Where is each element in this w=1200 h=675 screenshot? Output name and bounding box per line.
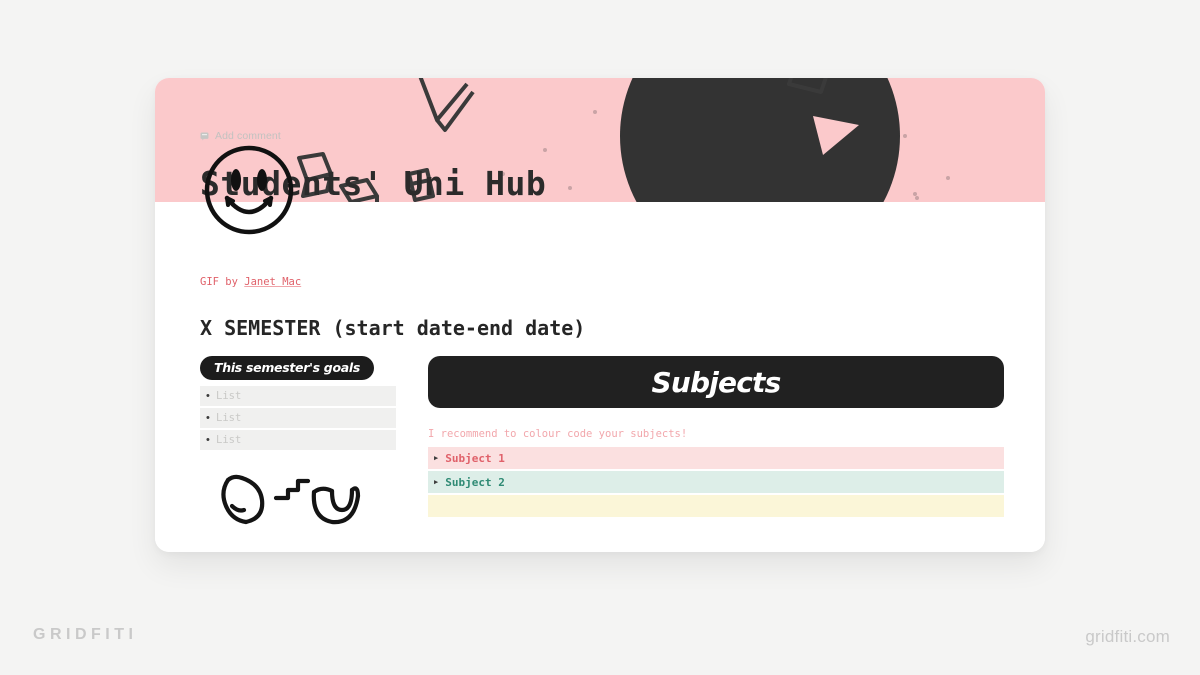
add-comment-row[interactable]: Add comment [200, 130, 281, 142]
dark-circle-shape [620, 78, 900, 202]
table-row[interactable]: ▶ Subject 1 [428, 447, 1004, 469]
list-item[interactable]: • List [200, 408, 396, 428]
semester-heading[interactable]: X SEMESTER (start date-end date) [200, 316, 585, 340]
checkmark-doodle [418, 78, 475, 132]
curved-tube-doodle [221, 474, 265, 525]
subjects-banner-label: Subjects [651, 365, 782, 399]
smiley-face-icon[interactable] [203, 144, 295, 236]
content-columns: This semester's goals • List • List • Li… [200, 356, 1004, 531]
bullet-icon: • [206, 389, 210, 402]
decorative-doodles [221, 474, 361, 525]
u-tube-doodle [311, 486, 361, 525]
bullet-icon: • [206, 433, 210, 446]
bullet-icon: • [206, 411, 210, 424]
byline-author-link[interactable]: Janet Mac [244, 276, 301, 288]
notion-page-card: Add comment Students' Uni Hub GIF by Jan… [155, 78, 1045, 552]
zigzag-doodle [273, 478, 311, 501]
byline-prefix: GIF by [200, 276, 245, 288]
goal-text[interactable]: List [216, 434, 241, 446]
subjects-note[interactable]: I recommend to colour code your subjects… [428, 428, 1004, 440]
subjects-banner: Subjects [428, 356, 1004, 408]
gridfiti-wordmark: GRIDFITI [33, 626, 138, 643]
table-row[interactable]: ▶ [428, 495, 1004, 517]
list-item[interactable]: • List [200, 430, 396, 450]
subjects-list: ▶ Subject 1 ▶ Subject 2 ▶ [428, 447, 1004, 517]
subject-label[interactable]: Subject 2 [445, 476, 505, 489]
goal-text[interactable]: List [216, 412, 241, 424]
gridfiti-url[interactable]: gridfiti.com [1085, 627, 1170, 647]
table-row[interactable]: ▶ Subject 2 [428, 471, 1004, 493]
comment-bubble-icon [200, 132, 209, 140]
chevron-right-icon[interactable]: ▶ [434, 478, 438, 486]
list-item[interactable]: • List [200, 386, 396, 406]
chevron-right-icon[interactable]: ▶ [434, 454, 438, 462]
subject-label[interactable]: Subject 1 [445, 452, 505, 465]
byline: GIF by Janet Mac [200, 276, 301, 288]
subjects-column: Subjects I recommend to colour code your… [428, 356, 1004, 531]
add-comment-label: Add comment [215, 130, 281, 142]
goals-pill-heading: This semester's goals [200, 356, 374, 380]
goal-text[interactable]: List [216, 390, 241, 402]
goals-list: • List • List • List [200, 386, 396, 450]
goals-column: This semester's goals • List • List • Li… [200, 356, 396, 531]
